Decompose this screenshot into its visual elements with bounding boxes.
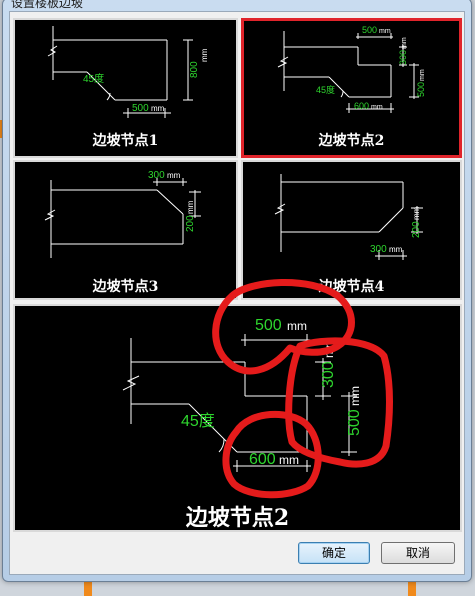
dim-top-unit: mm (167, 171, 181, 180)
dim-bottom-unit: mm (389, 245, 403, 254)
dim-bottom: 600 (354, 101, 369, 111)
dim-height: 500 (416, 82, 426, 97)
dim-height-unit: mm (186, 200, 195, 214)
preview-diagram: 500 mm 300 mm 500 mm 45度 600 mm (122, 317, 363, 472)
dim-height: 200 (185, 215, 196, 232)
dialog-window: 设置楼板边坡 45度 500 mm 800 mm 边坡节点1 500 mm 30… (2, 0, 472, 582)
dim-step-unit: mm (401, 37, 408, 49)
dim-top-unit: mm (379, 28, 391, 35)
dim-height: 500 (346, 409, 363, 436)
cancel-button[interactable]: 取消 (381, 542, 455, 564)
preview-label: 边坡节点2 (185, 505, 290, 531)
dim-height-unit: mm (200, 48, 209, 62)
dim-height-unit: mm (412, 206, 421, 220)
dim-height-unit: mm (348, 386, 362, 406)
dim-bottom-unit: mm (279, 453, 299, 467)
panel-label: 边坡节点3 (92, 279, 159, 295)
panel-label: 边坡节点2 (318, 133, 385, 149)
slope-node-preview: 500 mm 300 mm 500 mm 45度 600 mm 边坡节点2 (13, 304, 462, 532)
dim-top: 500 (362, 25, 377, 35)
dim-bottom: 300 (370, 244, 387, 255)
dim-top: 500 (255, 317, 282, 334)
dim-height-unit: mm (419, 69, 426, 81)
dim-step-unit: mm (322, 338, 336, 358)
slope-node-option-4[interactable]: 200 mm 300 mm 边坡节点4 (241, 160, 462, 300)
dim-width: 500 (132, 103, 149, 114)
dim-height: 200 (411, 221, 422, 238)
dim-step: 300 (320, 361, 337, 388)
dim-bottom-unit: mm (371, 104, 383, 111)
slope-node-option-3[interactable]: 300 mm 200 mm 边坡节点3 (13, 160, 238, 300)
dim-height: 800 (189, 61, 200, 78)
panel-label: 边坡节点4 (318, 279, 385, 295)
angle-label: 45度 (316, 84, 335, 95)
dim-step: 300 (398, 50, 408, 65)
panel-label: 边坡节点1 (92, 133, 159, 149)
dialog-client-area: 45度 500 mm 800 mm 边坡节点1 500 mm 300 mm 50… (9, 11, 465, 575)
angle-label: 45度 (181, 412, 215, 430)
ok-button[interactable]: 确定 (298, 542, 370, 564)
slope-node-option-1[interactable]: 45度 500 mm 800 mm 边坡节点1 (13, 18, 238, 158)
slope-node-option-2[interactable]: 500 mm 300 mm 500 mm 45度 600 mm 边坡节点2 (241, 18, 462, 158)
dim-top: 300 (148, 170, 165, 181)
dialog-title: 设置楼板边坡 (11, 0, 84, 9)
dim-unit: mm (151, 104, 165, 113)
dim-top-unit: mm (287, 319, 307, 333)
angle-label: 45度 (83, 72, 104, 85)
dim-bottom: 600 (249, 451, 276, 468)
